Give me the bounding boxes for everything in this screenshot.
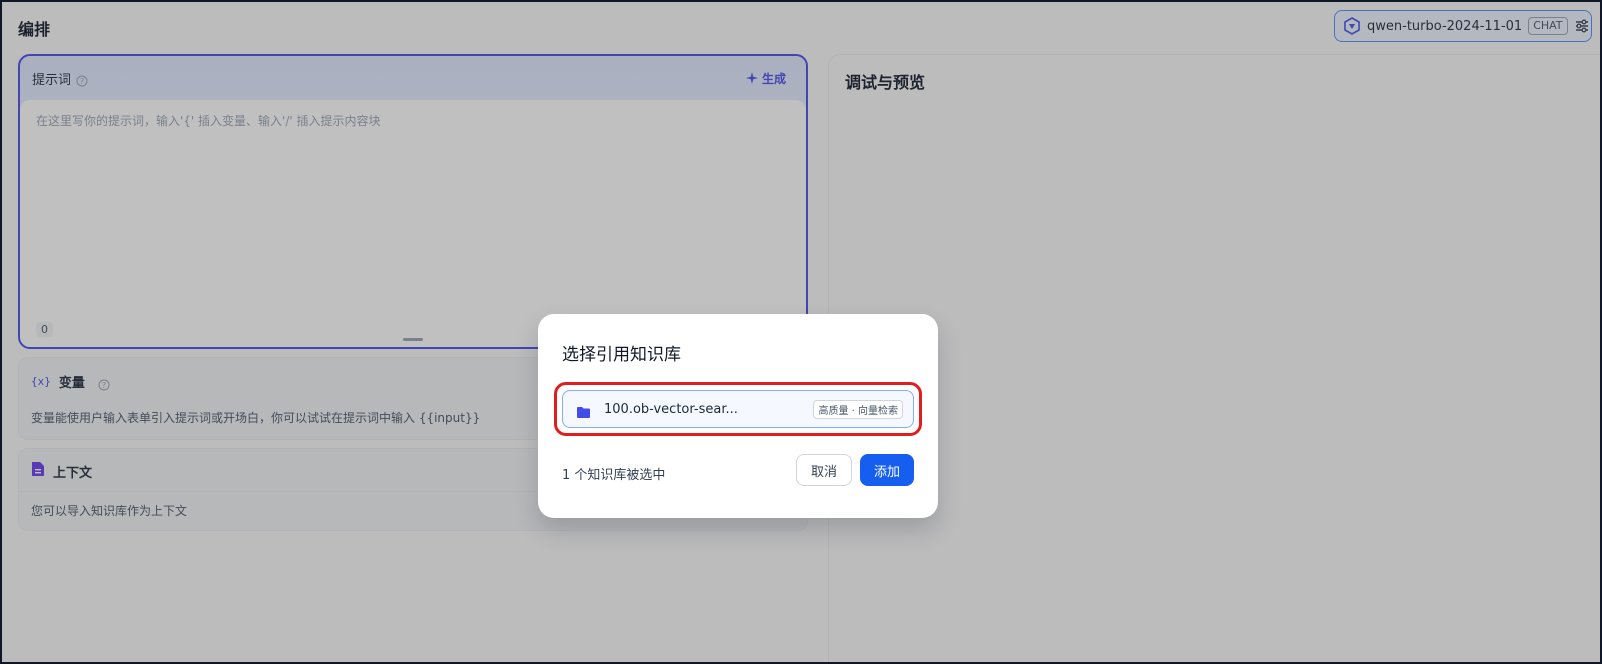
- selected-count: 1 个知识库被选中: [562, 468, 666, 483]
- select-knowledge-modal: 选择引用知识库 100.ob-vector-sear... 高质量 · 向量检索…: [538, 314, 938, 518]
- highlight-box: [554, 382, 922, 436]
- cancel-button[interactable]: 取消: [796, 454, 852, 486]
- modal-title: 选择引用知识库: [562, 345, 681, 365]
- add-button[interactable]: 添加: [860, 454, 914, 486]
